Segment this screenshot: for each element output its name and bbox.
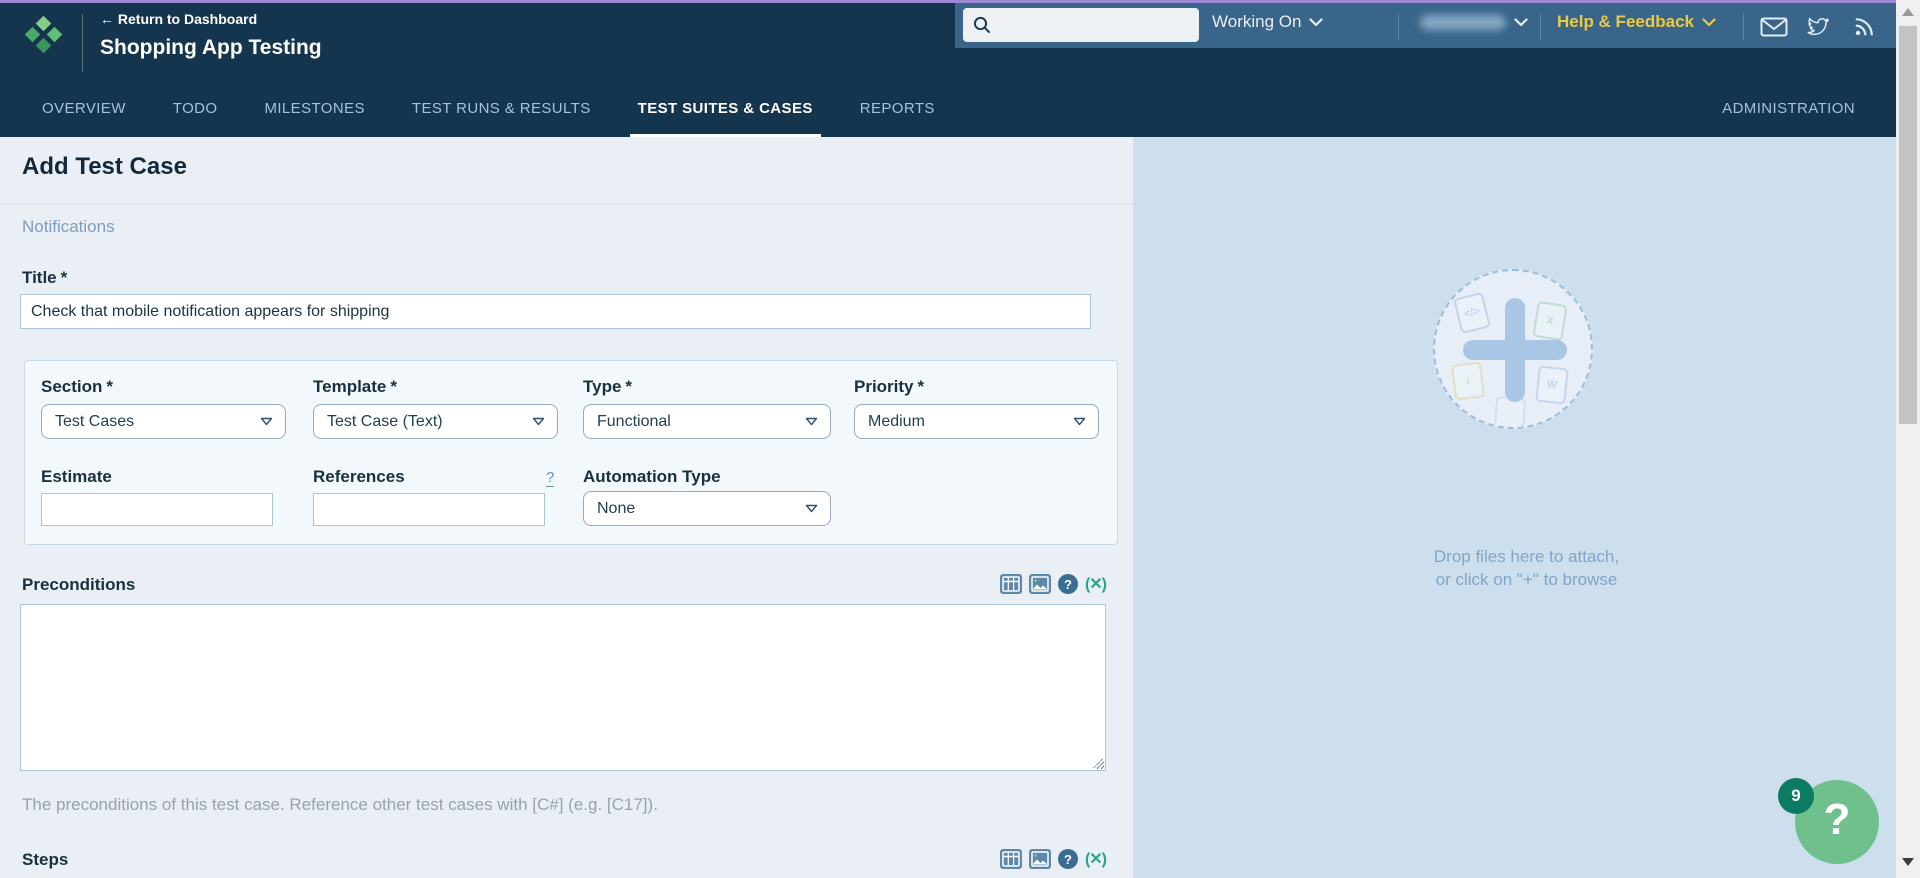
formatting-icon[interactable]: (✕) xyxy=(1085,849,1106,869)
dropdown-triangle-icon xyxy=(1073,417,1086,426)
tab-milestones[interactable]: MILESTONES xyxy=(264,80,364,137)
user-name-redacted xyxy=(1420,15,1506,30)
divider xyxy=(0,203,1133,204)
resize-grip[interactable] xyxy=(1093,758,1103,768)
help-notification-badge: 9 xyxy=(1778,778,1814,814)
info-file-icon: i xyxy=(1451,361,1485,400)
dropdown-triangle-icon xyxy=(260,417,273,426)
divider xyxy=(82,14,83,72)
formatting-icon[interactable]: (✕) xyxy=(1085,574,1106,594)
scrollbar-down-arrow[interactable] xyxy=(1902,858,1914,866)
main-nav: OVERVIEW TODO MILESTONES TEST RUNS & RES… xyxy=(0,80,1920,137)
app-window: Working On Help & Feedback xyxy=(0,0,1920,878)
title-label: Title* xyxy=(22,268,67,288)
help-feedback-label: Help & Feedback xyxy=(1557,12,1694,32)
spreadsheet-file-icon: X xyxy=(1532,301,1567,341)
notifications-link[interactable]: Notifications xyxy=(22,217,115,237)
image-icon[interactable] xyxy=(1029,849,1051,869)
dropdown-triangle-icon xyxy=(805,504,818,513)
tab-administration[interactable]: ADMINISTRATION xyxy=(1722,80,1855,137)
add-test-case-form: Add Test Case Notifications Title* Secti… xyxy=(0,137,1133,878)
drop-files-caption: Drop files here to attach, or click on "… xyxy=(1133,545,1920,591)
preconditions-label: Preconditions xyxy=(22,575,135,595)
divider xyxy=(1743,13,1744,40)
steps-label: Steps xyxy=(22,850,68,870)
references-label: References xyxy=(313,467,405,487)
case-properties-panel: Section* Test Cases Template* Test Case … xyxy=(24,360,1118,545)
editor-help-icon[interactable]: ? xyxy=(1058,849,1078,869)
estimate-label: Estimate xyxy=(41,467,112,487)
chevron-down-icon xyxy=(1514,18,1528,27)
automation-type-select[interactable]: None xyxy=(583,491,831,526)
steps-editor-toolbar: ? (✕) xyxy=(1000,849,1106,869)
references-input[interactable] xyxy=(313,493,545,526)
section-select[interactable]: Test Cases xyxy=(41,404,286,439)
preconditions-textarea[interactable] xyxy=(20,604,1106,771)
topbar-strip: Working On Help & Feedback xyxy=(955,3,1896,48)
return-to-dashboard-link[interactable]: ← Return to Dashboard xyxy=(100,11,257,27)
type-select[interactable]: Functional xyxy=(583,404,831,439)
rss-icon[interactable] xyxy=(1847,13,1881,40)
priority-select[interactable]: Medium xyxy=(854,404,1099,439)
header: Working On Help & Feedback xyxy=(0,0,1920,137)
preconditions-editor xyxy=(20,604,1106,771)
tab-overview[interactable]: OVERVIEW xyxy=(42,80,126,137)
file-icon xyxy=(1563,269,1593,302)
twitter-icon[interactable] xyxy=(1801,13,1835,40)
title-input[interactable] xyxy=(20,294,1091,329)
tab-reports[interactable]: REPORTS xyxy=(860,80,935,137)
project-title: Shopping App Testing xyxy=(100,36,322,60)
automation-type-label: Automation Type xyxy=(583,467,721,487)
attachments-panel[interactable]: </> X i W Drop files here to attach, or … xyxy=(1133,137,1920,878)
tab-test-runs-results[interactable]: TEST RUNS & RESULTS xyxy=(412,80,591,137)
table-icon[interactable] xyxy=(1000,849,1022,869)
testrail-logo[interactable] xyxy=(27,16,61,64)
divider xyxy=(1398,13,1399,40)
estimate-input[interactable] xyxy=(41,493,273,526)
type-label: Type* xyxy=(583,377,632,397)
working-on-label: Working On xyxy=(1212,12,1301,32)
scrollbar-thumb[interactable] xyxy=(1899,26,1917,424)
mail-icon[interactable] xyxy=(1757,13,1791,40)
editor-help-icon[interactable]: ? xyxy=(1058,574,1078,594)
priority-label: Priority* xyxy=(854,377,924,397)
doc-file-icon: W xyxy=(1535,366,1569,405)
page-scrollbar[interactable] xyxy=(1896,0,1920,878)
add-attachment-plus-icon xyxy=(1505,298,1525,402)
chevron-down-icon xyxy=(1702,18,1716,27)
page-title: Add Test Case xyxy=(22,153,187,181)
pdf-file-icon xyxy=(1433,269,1458,301)
user-menu-dropdown[interactable] xyxy=(1420,15,1528,30)
references-help-link[interactable]: ? xyxy=(546,469,554,487)
code-file-icon: </> xyxy=(1453,292,1491,334)
divider xyxy=(1540,13,1541,40)
top-accent-bar xyxy=(0,0,1896,3)
table-icon[interactable] xyxy=(1000,574,1022,594)
tab-test-suites-cases[interactable]: TEST SUITES & CASES xyxy=(638,80,813,137)
image-icon[interactable] xyxy=(1029,574,1051,594)
working-on-dropdown[interactable]: Working On xyxy=(1212,12,1323,32)
dropdown-triangle-icon xyxy=(532,417,545,426)
preconditions-hint: The preconditions of this test case. Ref… xyxy=(22,795,658,815)
chevron-down-icon xyxy=(1309,18,1323,27)
help-feedback-dropdown[interactable]: Help & Feedback xyxy=(1557,12,1716,32)
dropdown-triangle-icon xyxy=(805,417,818,426)
attachment-drop-zone[interactable]: </> X i W xyxy=(1433,269,1593,429)
section-label: Section* xyxy=(41,377,113,397)
search-box[interactable] xyxy=(963,8,1199,42)
search-icon xyxy=(972,15,992,35)
search-input[interactable] xyxy=(998,17,1188,34)
template-label: Template* xyxy=(313,377,397,397)
template-select[interactable]: Test Case (Text) xyxy=(313,404,558,439)
tab-todo[interactable]: TODO xyxy=(173,80,218,137)
preconditions-editor-toolbar: ? (✕) xyxy=(1000,574,1106,594)
scrollbar-up-arrow[interactable] xyxy=(1902,8,1914,16)
